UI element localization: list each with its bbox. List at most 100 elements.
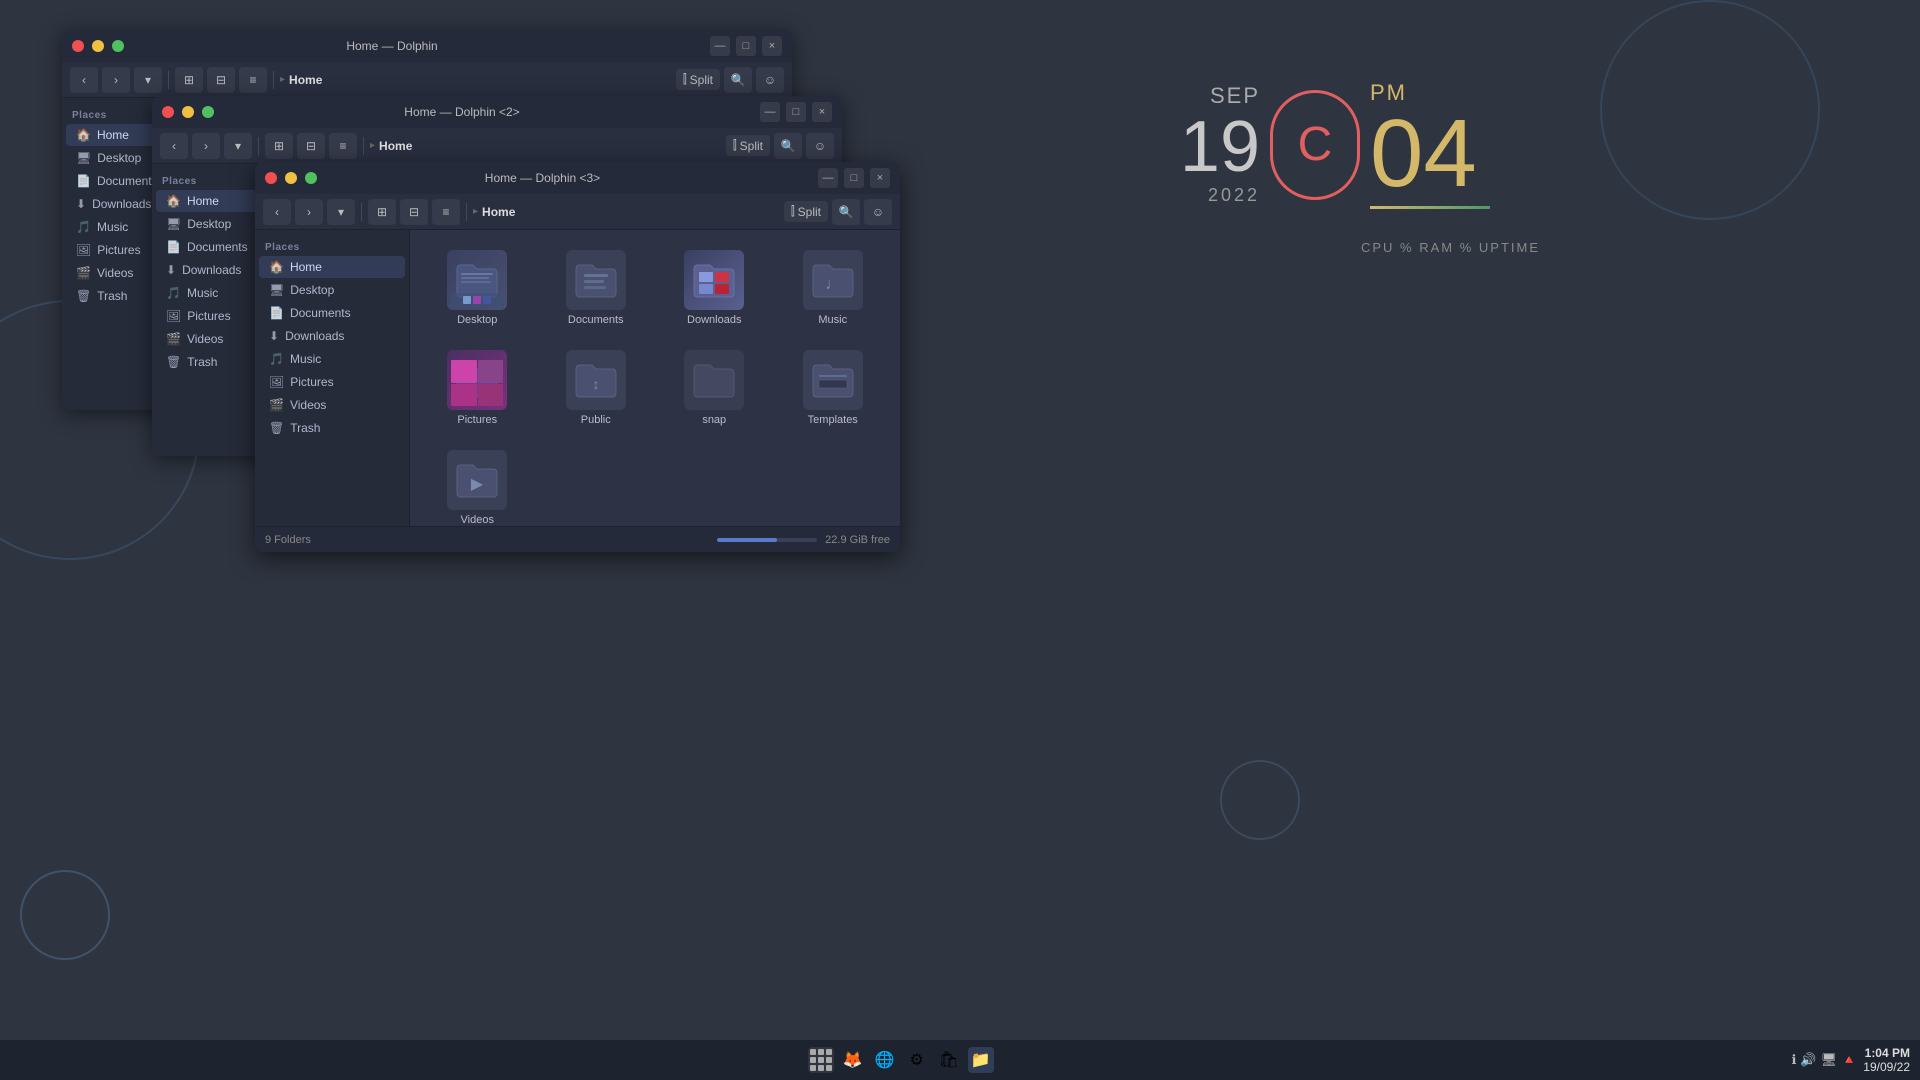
view-compact-2[interactable]: ⊟ [297, 133, 325, 159]
win-action-2b[interactable]: □ [786, 102, 806, 122]
file-item-desktop[interactable]: Desktop [422, 242, 533, 334]
sidebar-label-3-3: Documents [290, 306, 351, 320]
split-icon-3: ⫿ [791, 204, 795, 219]
file-item-snap[interactable]: snap [659, 342, 770, 434]
win-action-3[interactable]: × [762, 36, 782, 56]
file-item-templates[interactable]: Templates [778, 342, 889, 434]
svg-text:↕: ↕ [592, 376, 599, 392]
taskbar-chrome[interactable]: 🌐 [872, 1047, 898, 1073]
sidebar-label-1: Home [97, 128, 129, 142]
split-btn-3[interactable]: ⫿ Split [784, 201, 828, 222]
taskbar-settings[interactable]: ⚙ [904, 1047, 930, 1073]
tray-display[interactable]: 🖥 [1821, 1052, 1838, 1068]
sidebar-item-documents-3[interactable]: 📄 Documents [259, 302, 405, 324]
progress-bar [717, 538, 817, 542]
back-btn-1[interactable]: ‹ [70, 67, 98, 93]
taskbar-app-grid[interactable] [808, 1047, 834, 1073]
view-icons-3[interactable]: ⊞ [368, 199, 396, 225]
sidebar-label-8: Trash [97, 289, 127, 303]
sidebar-item-downloads-3[interactable]: ⬇ Downloads [259, 325, 405, 347]
forward-btn-2[interactable]: › [192, 133, 220, 159]
music-icon-3: 🎵 [269, 352, 284, 366]
sidebar-item-videos-3[interactable]: 🎬 Videos [259, 394, 405, 416]
sidebar-label-2: Desktop [97, 151, 141, 165]
view-compact-1[interactable]: ⊟ [207, 67, 235, 93]
clock-widget: SEP 19 2022 C PM 04 [1180, 80, 1490, 209]
view-icons-1[interactable]: ⊞ [175, 67, 203, 93]
view-icons-2[interactable]: ⊞ [265, 133, 293, 159]
titlebar-1: Home — Dolphin — □ × [62, 30, 792, 62]
toolbar-3: ‹ › ▾ ⊞ ⊟ ≡ ▸ Home ⫿ Split 🔍 ☺ [255, 194, 900, 230]
view-list-3[interactable]: ≡ [432, 199, 460, 225]
downloads-icon-3: ⬇ [269, 329, 279, 343]
forward-btn-3[interactable]: › [295, 199, 323, 225]
win-action-3b[interactable]: □ [844, 168, 864, 188]
sidebar-item-home-3[interactable]: 🏠 Home [259, 256, 405, 278]
pictures-icon-1: 🖼 [76, 243, 91, 257]
sidebar-label-2-4: Downloads [182, 263, 241, 277]
back-btn-3[interactable]: ‹ [263, 199, 291, 225]
taskbar-dolphin[interactable]: 📁 [968, 1047, 994, 1073]
dolphin-window-3: Home — Dolphin <3> — □ × ‹ › ▾ ⊞ ⊟ ≡ ▸ H… [255, 162, 900, 552]
clock-day: 19 [1180, 111, 1260, 183]
bg-circle-bottom-right [1220, 760, 1300, 840]
dropdown-btn-2[interactable]: ▾ [224, 133, 252, 159]
win-title-2: Home — Dolphin <2> [172, 105, 752, 119]
view-list-2[interactable]: ≡ [329, 133, 357, 159]
menu-btn-1[interactable]: ☺ [756, 67, 784, 93]
win-body-3: Places 🏠 Home 🖥 Desktop 📄 Documents ⬇ Do… [255, 230, 900, 526]
view-compact-3[interactable]: ⊟ [400, 199, 428, 225]
win-action-3c[interactable]: × [870, 168, 890, 188]
downloads-icon-1: ⬇ [76, 197, 86, 211]
sep-2 [273, 71, 274, 89]
file-item-pictures[interactable]: Pictures [422, 342, 533, 434]
pictures-icon-2: 🖼 [166, 309, 181, 323]
sidebar-item-pictures-3[interactable]: 🖼 Pictures [259, 371, 405, 393]
taskbar-store[interactable]: 🛍 [936, 1047, 962, 1073]
toolbar-1: ‹ › ▾ ⊞ ⊟ ≡ ▸ Home ⫿ Split 🔍 ☺ [62, 62, 792, 98]
search-btn-2[interactable]: 🔍 [774, 133, 802, 159]
taskbar: 🦊 🌐 ⚙ 🛍 📁 ℹ 🔊 🖥 🔺 1:04 PM 19/09/22 [0, 1040, 1920, 1080]
split-btn-2[interactable]: ⫿ Split [726, 135, 770, 156]
win-action-1[interactable]: — [710, 36, 730, 56]
search-btn-1[interactable]: 🔍 [724, 67, 752, 93]
file-item-music[interactable]: ♩ Music [778, 242, 889, 334]
file-item-downloads[interactable]: Downloads [659, 242, 770, 334]
sidebar-item-trash-3[interactable]: 🗑 Trash [259, 417, 405, 439]
breadcrumb-3: ▸ Home [473, 205, 780, 219]
svg-text:♩: ♩ [825, 276, 841, 293]
toolbar-2: ‹ › ▾ ⊞ ⊟ ≡ ▸ Home ⫿ Split 🔍 ☺ [152, 128, 842, 164]
pictures-icon-3: 🖼 [269, 375, 284, 389]
folder-svg-public: ↕ [574, 361, 618, 399]
file-item-documents[interactable]: Documents [541, 242, 652, 334]
menu-btn-2[interactable]: ☺ [806, 133, 834, 159]
tray-network[interactable]: 🔺 [1841, 1052, 1857, 1068]
forward-btn-1[interactable]: › [102, 67, 130, 93]
view-list-1[interactable]: ≡ [239, 67, 267, 93]
file-item-public[interactable]: ↕ Public [541, 342, 652, 434]
win-action-2a[interactable]: — [760, 102, 780, 122]
win-action-2c[interactable]: × [812, 102, 832, 122]
menu-btn-3[interactable]: ☺ [864, 199, 892, 225]
file-grid-3: Desktop Documents [422, 242, 888, 526]
folder-icon-downloads [684, 250, 744, 310]
win-action-3a[interactable]: — [818, 168, 838, 188]
search-btn-3[interactable]: 🔍 [832, 199, 860, 225]
taskbar-time[interactable]: 1:04 PM 19/09/22 [1863, 1046, 1910, 1074]
sidebar-label-3-1: Home [290, 260, 322, 274]
tray-info[interactable]: ℹ [1791, 1052, 1796, 1068]
dropdown-btn-1[interactable]: ▾ [134, 67, 162, 93]
file-name-pictures: Pictures [457, 414, 497, 426]
tray-icons: ℹ 🔊 🖥 🔺 [1791, 1052, 1857, 1068]
taskbar-firefox[interactable]: 🦊 [840, 1047, 866, 1073]
sidebar-item-desktop-3[interactable]: 🖥 Desktop [259, 279, 405, 301]
sidebar-item-music-3[interactable]: 🎵 Music [259, 348, 405, 370]
back-btn-2[interactable]: ‹ [160, 133, 188, 159]
win-action-2[interactable]: □ [736, 36, 756, 56]
dropdown-btn-3[interactable]: ▾ [327, 199, 355, 225]
file-item-videos[interactable]: ▶ Videos [422, 442, 533, 526]
split-btn-1[interactable]: ⫿ Split [676, 69, 720, 90]
sidebar-label-2-5: Music [187, 286, 218, 300]
taskbar-right: ℹ 🔊 🖥 🔺 1:04 PM 19/09/22 [1791, 1046, 1910, 1074]
tray-volume[interactable]: 🔊 [1800, 1052, 1816, 1068]
